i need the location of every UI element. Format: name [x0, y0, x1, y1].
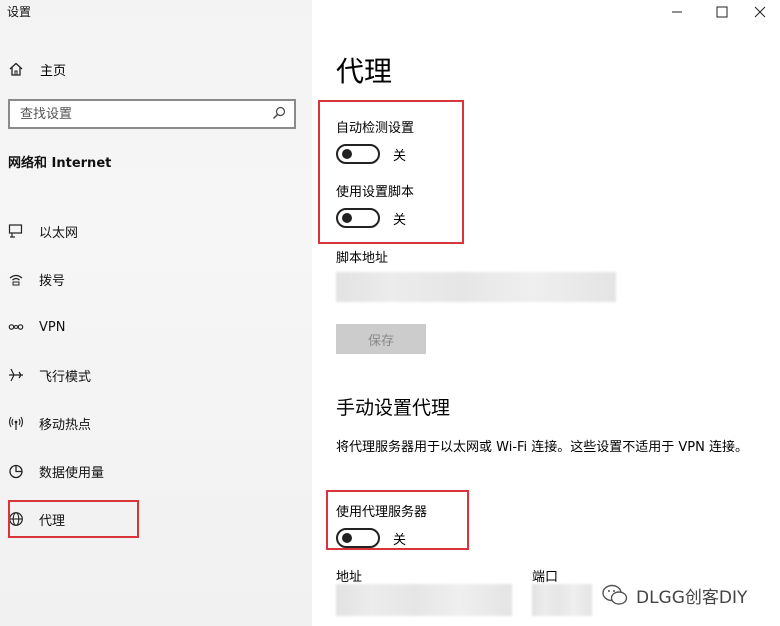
use-script-state: 关 — [393, 212, 407, 228]
section-title: 网络和 Internet — [8, 156, 112, 171]
manual-proxy-heading: 手动设置代理 — [336, 397, 451, 419]
address-input[interactable] — [336, 584, 512, 616]
sidebar: 设置 主页 网络和 Internet 以太网 拨号 VPN 飞 — [0, 0, 312, 626]
sidebar-item-label: 主页 — [40, 63, 67, 79]
use-proxy-label: 使用代理服务器 — [336, 505, 428, 520]
sidebar-item-hotspot[interactable]: 移动热点 — [8, 412, 91, 434]
auto-detect-state: 关 — [393, 148, 407, 164]
sidebar-item-label: VPN — [39, 319, 66, 335]
minimize-icon — [671, 3, 683, 22]
port-input[interactable] — [532, 584, 592, 616]
close-icon — [754, 3, 766, 22]
use-script-toggle[interactable] — [336, 208, 380, 228]
sidebar-item-label: 飞行模式 — [39, 369, 92, 385]
watermark: DLGG创客DIY — [600, 580, 747, 610]
app-title: 设置 — [7, 5, 32, 19]
hotspot-icon — [8, 415, 24, 431]
data-usage-icon — [8, 463, 24, 479]
use-script-toggle-row: 关 — [336, 208, 406, 228]
address-label: 地址 — [336, 570, 363, 585]
auto-detect-label: 自动检测设置 — [336, 121, 415, 136]
script-address-input[interactable] — [336, 272, 616, 302]
dialup-icon — [8, 271, 24, 287]
sidebar-item-vpn[interactable]: VPN — [8, 316, 65, 338]
page-title: 代理 — [336, 55, 393, 88]
sidebar-item-label: 拨号 — [39, 273, 66, 289]
sidebar-item-label: 以太网 — [39, 225, 79, 241]
use-proxy-state: 关 — [393, 532, 407, 548]
maximize-button[interactable] — [702, 0, 742, 24]
maximize-icon — [716, 3, 728, 22]
search-icon[interactable] — [272, 105, 286, 124]
search-box[interactable] — [8, 99, 296, 129]
use-proxy-toggle[interactable] — [336, 528, 380, 548]
save-button[interactable]: 保存 — [336, 324, 426, 354]
vpn-icon — [8, 319, 24, 335]
home-icon — [8, 61, 24, 77]
use-proxy-toggle-row: 关 — [336, 528, 406, 548]
search-input[interactable] — [20, 106, 250, 122]
use-script-label: 使用设置脚本 — [336, 185, 415, 200]
sidebar-item-label: 移动热点 — [39, 417, 92, 433]
ethernet-icon — [8, 223, 24, 239]
script-address-label: 脚本地址 — [336, 251, 389, 266]
sidebar-item-label: 数据使用量 — [39, 465, 105, 481]
sidebar-item-data-usage[interactable]: 数据使用量 — [8, 460, 104, 482]
auto-detect-toggle-row: 关 — [336, 144, 406, 164]
sidebar-item-ethernet[interactable]: 以太网 — [8, 220, 78, 242]
close-button[interactable] — [740, 0, 780, 24]
chat-bubble-icon — [600, 580, 630, 610]
manual-proxy-description: 将代理服务器用于以太网或 Wi-Fi 连接。这些设置不适用于 VPN 连接。 — [336, 440, 749, 455]
port-label: 端口 — [532, 570, 559, 585]
auto-detect-toggle[interactable] — [336, 144, 380, 164]
sidebar-item-home[interactable]: 主页 — [8, 58, 66, 80]
sidebar-item-airplane[interactable]: 飞行模式 — [8, 364, 91, 386]
airplane-icon — [8, 367, 24, 383]
sidebar-item-dialup[interactable]: 拨号 — [8, 268, 65, 290]
minimize-button[interactable] — [657, 0, 697, 24]
watermark-text: DLGG创客DIY — [636, 587, 748, 608]
proxy-highlight-box — [8, 500, 139, 538]
